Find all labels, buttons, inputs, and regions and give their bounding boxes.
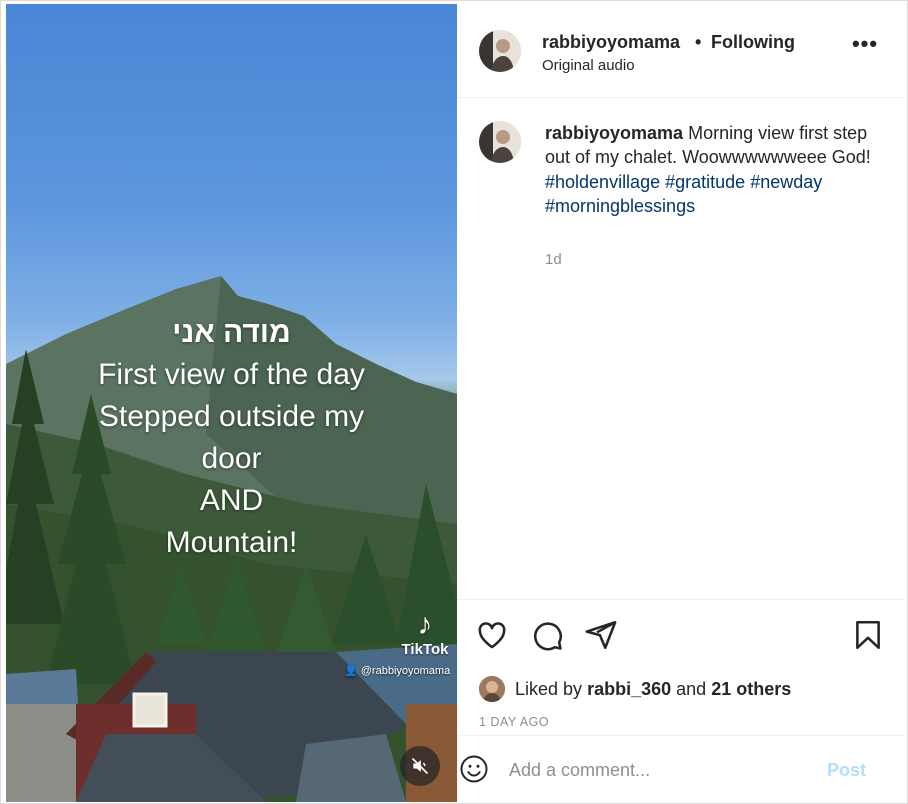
more-options-icon[interactable]: ••• xyxy=(851,33,879,60)
mute-button[interactable] xyxy=(400,746,440,786)
overlay-line: מודה אני xyxy=(172,316,291,349)
post-dialog: מודה אני First view of the day Stepped o… xyxy=(0,0,908,804)
actions-bar xyxy=(457,599,905,679)
liked-by-connector: and xyxy=(676,678,707,699)
overlay-line: Stepped outside my xyxy=(98,400,365,433)
caption-timestamp[interactable]: 1d xyxy=(545,251,562,268)
audio-link[interactable]: Original audio xyxy=(542,57,635,74)
avatar-image xyxy=(479,121,521,163)
post-header: rabbiyoyomama • Following Original audio… xyxy=(457,4,905,98)
liked-by-prefix: Liked by xyxy=(515,678,583,699)
tiktok-logo-icon: ♪ xyxy=(417,608,433,641)
caption-username[interactable]: rabbiyoyomama xyxy=(545,123,683,143)
post-video[interactable]: מודה אני First view of the day Stepped o… xyxy=(6,4,457,802)
comment-input[interactable] xyxy=(509,757,809,783)
bookmark-icon[interactable] xyxy=(851,618,885,652)
caption-section: rabbiyoyomama Morning view first step ou… xyxy=(457,99,905,599)
likes-summary: Liked by rabbi_360 and 21 others xyxy=(479,675,791,703)
tiktok-brand: TikTok xyxy=(401,641,449,658)
liker-avatar[interactable] xyxy=(479,676,505,702)
post-date[interactable]: 1 DAY AGO xyxy=(479,715,549,729)
emoji-icon[interactable] xyxy=(459,754,489,784)
overlay-line: Mountain! xyxy=(165,526,298,559)
video-overlay-text: מודה אני First view of the day Stepped o… xyxy=(6,312,457,564)
overlay-line: AND xyxy=(199,484,264,517)
comment-bar: Post xyxy=(457,735,905,802)
heart-icon[interactable] xyxy=(475,618,509,652)
avatar[interactable] xyxy=(479,30,521,72)
post-button[interactable]: Post xyxy=(827,760,866,781)
liker-username[interactable]: rabbi_360 xyxy=(587,679,671,700)
hashtag-link[interactable]: #gratitude xyxy=(665,172,745,192)
tiktok-watermark: ♪ TikTok xyxy=(396,608,454,658)
overlay-line: First view of the day xyxy=(98,358,365,391)
user-icon: 👤 xyxy=(344,665,358,677)
liker-avatar-image xyxy=(479,676,505,702)
others-link[interactable]: 21 others xyxy=(711,679,791,700)
avatar-image xyxy=(479,30,521,72)
speaker-muted-icon xyxy=(411,757,429,775)
avatar[interactable] xyxy=(479,121,521,163)
post-details-panel: rabbiyoyomama • Following Original audio… xyxy=(457,4,905,802)
tiktok-handle: 👤 @rabbiyoyomama xyxy=(344,664,450,677)
hashtag-link[interactable]: #holdenvillage xyxy=(545,172,660,192)
hashtag-link[interactable]: #morningblessings xyxy=(545,196,695,216)
separator-dot: • xyxy=(695,32,702,52)
following-button[interactable]: Following xyxy=(711,32,795,53)
caption-text: rabbiyoyomama Morning view first step ou… xyxy=(545,121,885,219)
header-username[interactable]: rabbiyoyomama xyxy=(542,32,680,53)
paper-plane-icon[interactable] xyxy=(584,618,618,652)
tiktok-handle-text: @rabbiyoyomama xyxy=(360,665,451,677)
overlay-line: door xyxy=(201,442,262,475)
hashtag-link[interactable]: #newday xyxy=(750,172,822,192)
comment-icon[interactable] xyxy=(530,618,564,652)
